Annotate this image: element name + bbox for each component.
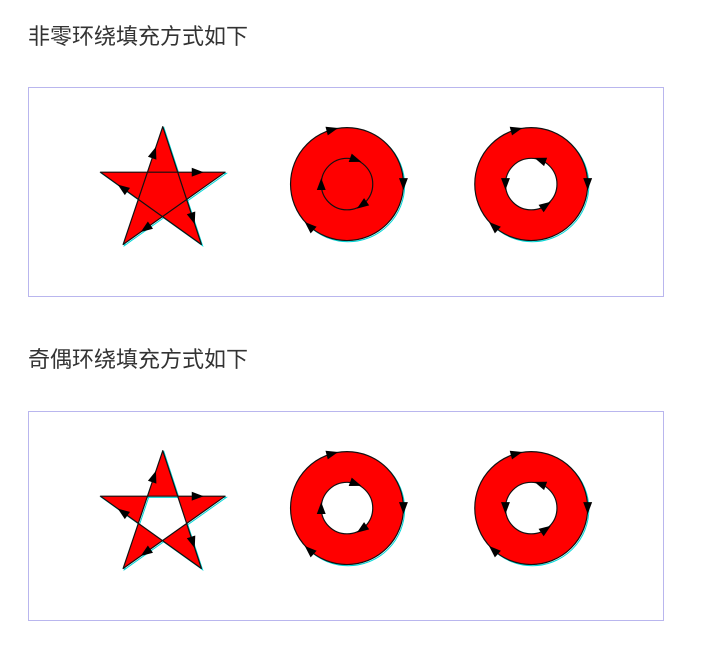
evenodd-heading: 奇偶环绕填充方式如下	[28, 348, 249, 373]
evenodd-star	[99, 450, 228, 571]
nonzero-ring-opposite-dir	[474, 126, 593, 243]
page: { "sections": [ { "title": "非零环绕填充方式如下",…	[0, 0, 704, 653]
nonzero-star	[99, 126, 228, 247]
evenodd-ring-opposite-dir	[474, 450, 593, 567]
evenodd-panel	[28, 411, 664, 621]
nonzero-heading: 非零环绕填充方式如下	[28, 25, 249, 50]
evenodd-ring-same-dir	[289, 450, 408, 567]
nonzero-canvas	[99, 126, 593, 247]
evenodd-canvas	[99, 450, 593, 571]
nonzero-panel	[28, 87, 664, 297]
nonzero-ring-same-dir	[289, 126, 408, 243]
